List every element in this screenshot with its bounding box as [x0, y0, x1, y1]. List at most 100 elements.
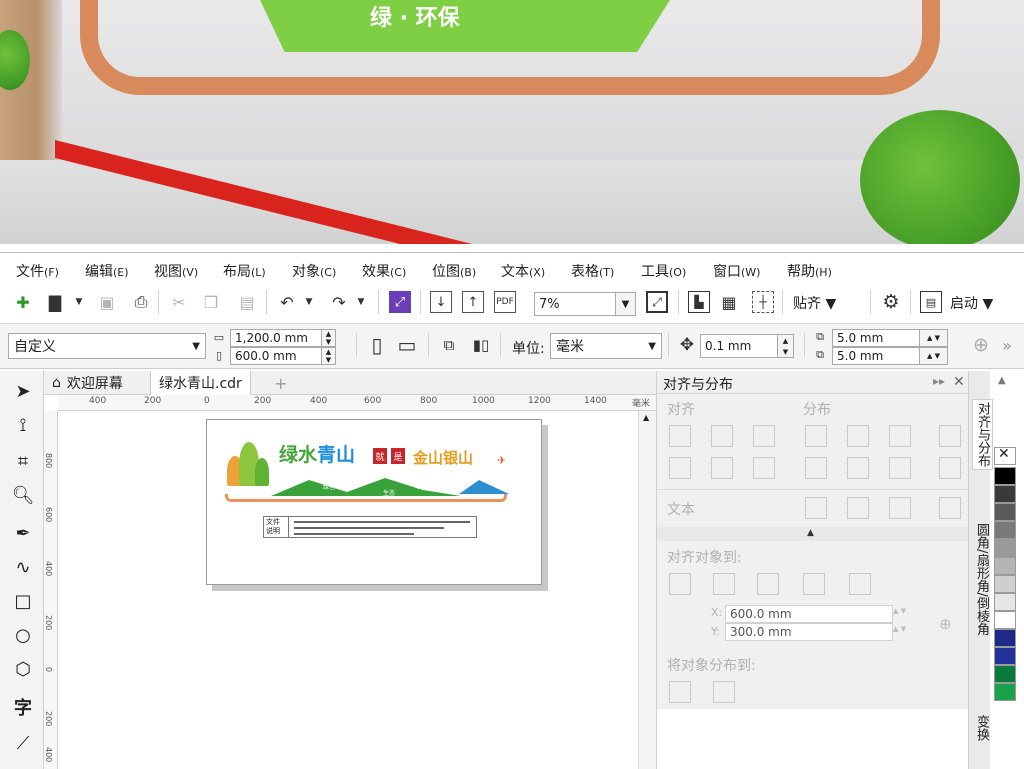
export-icon[interactable]: ↑ — [462, 291, 484, 313]
pick-tool-icon[interactable]: ➤ — [10, 377, 36, 405]
scroll-up-icon[interactable]: ▲ — [643, 413, 649, 422]
landscape-icon[interactable]: ▭ — [396, 333, 418, 357]
add-tab-icon[interactable]: + — [266, 371, 295, 395]
color-swatch[interactable] — [994, 467, 1016, 485]
tab-welcome-screen[interactable]: ⌂ 欢迎屏幕 — [44, 371, 131, 395]
color-swatch[interactable] — [994, 485, 1016, 503]
crop-tool-icon[interactable]: ⌗ — [10, 447, 36, 475]
document-page[interactable]: 绿水青山 就 是 金山银山 ✈ 绿色 生态 环保 文件 说明 — [206, 419, 542, 585]
docker-close-icon[interactable]: ✕ — [953, 374, 965, 390]
collapse-arrow-icon[interactable]: ▲ — [807, 528, 814, 538]
distribute-center-v-icon[interactable] — [847, 457, 869, 479]
align-y-spinner[interactable]: ▲ ▼ — [893, 625, 906, 633]
shape-tool-icon[interactable]: ⟟ — [10, 411, 36, 439]
current-page-icon[interactable]: ▮▯ — [470, 334, 492, 356]
menu-edit[interactable]: 编辑(E) — [85, 261, 129, 281]
color-swatch[interactable] — [994, 647, 1016, 665]
color-swatch[interactable] — [994, 665, 1016, 683]
zoom-input[interactable]: 7% — [534, 292, 616, 316]
launch-icon[interactable]: ▤ — [920, 291, 942, 313]
distribute-spacing-v-icon[interactable] — [939, 457, 961, 479]
redo-icon[interactable]: ↷ — [328, 291, 350, 313]
open-dropdown-icon[interactable]: ▼ — [74, 291, 84, 313]
zoom-to-page-icon[interactable]: ⤢ — [646, 291, 668, 313]
paste-icon[interactable]: ▤ — [236, 291, 258, 313]
search-content-icon[interactable]: ⤢ — [389, 291, 411, 313]
zoom-tool-icon[interactable]: 🔍︎ — [10, 481, 36, 509]
align-to-active-icon[interactable] — [669, 573, 691, 595]
pdf-icon[interactable]: PDF — [494, 291, 516, 313]
copy-icon[interactable]: ❐ — [200, 291, 222, 313]
duplicate-y-input[interactable]: 5.0 mm — [832, 347, 920, 365]
all-pages-icon[interactable]: ⧉ — [438, 334, 460, 356]
tab-document[interactable]: 绿水青山.cdr — [150, 371, 251, 395]
options-gear-icon[interactable]: ⚙ — [880, 291, 902, 313]
add-plus-icon[interactable]: ⊕ — [970, 334, 992, 356]
page-width-spinner[interactable]: ▲ ▼ — [322, 329, 336, 347]
open-folder-icon[interactable]: ▇ — [44, 291, 66, 313]
menu-table[interactable]: 表格(T) — [571, 261, 614, 281]
portrait-icon[interactable]: ▯ — [366, 333, 388, 357]
distribute-right-icon[interactable] — [889, 425, 911, 447]
color-swatch[interactable] — [994, 575, 1016, 593]
distribute-to-selection-icon[interactable] — [669, 681, 691, 703]
menu-tools[interactable]: 工具(O) — [641, 261, 686, 281]
distribute-left-icon[interactable] — [805, 425, 827, 447]
point-target-icon[interactable]: ⊕ — [939, 615, 952, 633]
duplicate-x-spinner[interactable]: ▲ ▼ — [920, 329, 948, 347]
undo-dropdown-icon[interactable]: ▼ — [304, 291, 314, 313]
align-bottom-icon[interactable] — [753, 457, 775, 479]
connector-tool-icon[interactable]: ⟋ — [10, 729, 36, 757]
grid-toggle-icon[interactable]: ▦ — [718, 291, 740, 313]
duplicate-y-spinner[interactable]: ▲ ▼ — [920, 347, 948, 365]
color-swatch[interactable] — [994, 683, 1016, 701]
duplicate-x-input[interactable]: 5.0 mm — [832, 329, 920, 347]
distribute-to-page-icon[interactable] — [713, 681, 735, 703]
nudge-distance-input[interactable]: 0.1 mm — [700, 334, 778, 358]
distribute-center-h-icon[interactable] — [847, 425, 869, 447]
color-swatch[interactable] — [994, 611, 1016, 629]
align-y-input[interactable]: 300.0 mm — [725, 623, 893, 641]
distribute-top-icon[interactable] — [805, 457, 827, 479]
align-x-spinner[interactable]: ▲ ▼ — [893, 607, 906, 615]
artistic-media-icon[interactable]: ∿ — [10, 553, 36, 581]
docker-expand-icon[interactable]: ▸▸ — [933, 374, 945, 388]
freehand-tool-icon[interactable]: ✒ — [10, 519, 36, 547]
save-icon[interactable]: ▣ — [96, 291, 118, 313]
page-width-input[interactable]: 1,200.0 mm — [230, 329, 322, 347]
drawing-canvas[interactable]: 绿水青山 就 是 金山银山 ✈ 绿色 生态 环保 文件 说明 — [58, 411, 638, 769]
vtab-align-distribute[interactable]: 对齐与分布 — [972, 399, 993, 470]
color-swatch[interactable] — [994, 629, 1016, 647]
vertical-scrollbar[interactable]: ▲ — [638, 411, 656, 769]
ellipse-tool-icon[interactable]: ○ — [10, 621, 36, 649]
align-x-input[interactable]: 600.0 mm — [725, 605, 893, 623]
snap-to-dropdown[interactable]: 贴齐 ▼ — [793, 293, 836, 313]
import-icon[interactable]: ↓ — [430, 291, 452, 313]
menu-file[interactable]: 文件(F) — [16, 261, 59, 281]
page-size-preset-select[interactable]: 自定义 ▼ — [8, 333, 206, 359]
menu-object[interactable]: 对象(C) — [292, 261, 336, 281]
menu-window[interactable]: 窗口(W) — [713, 261, 760, 281]
cut-icon[interactable]: ✂ — [168, 291, 190, 313]
distribute-bottom-icon[interactable] — [889, 457, 911, 479]
more-chevron-icon[interactable]: » — [996, 334, 1018, 356]
color-swatch[interactable] — [994, 557, 1016, 575]
menu-text[interactable]: 文本(X) — [501, 261, 545, 281]
text-tool-icon[interactable]: 字 — [10, 693, 36, 721]
polygon-tool-icon[interactable]: ⬡ — [10, 655, 36, 683]
redo-dropdown-icon[interactable]: ▼ — [356, 291, 366, 313]
rulers-toggle-icon[interactable]: ▙ — [688, 291, 710, 313]
menu-layout[interactable]: 布局(L) — [223, 261, 266, 281]
rectangle-tool-icon[interactable]: □ — [10, 587, 36, 615]
align-to-page-center-icon[interactable] — [757, 573, 779, 595]
color-swatch[interactable] — [994, 593, 1016, 611]
palette-scroll-up-icon[interactable]: ▲ — [998, 375, 1006, 386]
collapse-bar[interactable]: ▲ — [657, 527, 969, 541]
menu-view[interactable]: 视图(V) — [154, 261, 198, 281]
color-swatch[interactable] — [994, 503, 1016, 521]
print-icon[interactable]: ⎙ — [130, 291, 152, 313]
no-color-swatch[interactable]: ✕ — [994, 446, 1016, 465]
zoom-dropdown-icon[interactable]: ▼ — [616, 292, 636, 316]
vtab-transform[interactable]: 变换 — [972, 713, 991, 743]
nudge-spinner[interactable]: ▲ ▼ — [778, 334, 794, 358]
